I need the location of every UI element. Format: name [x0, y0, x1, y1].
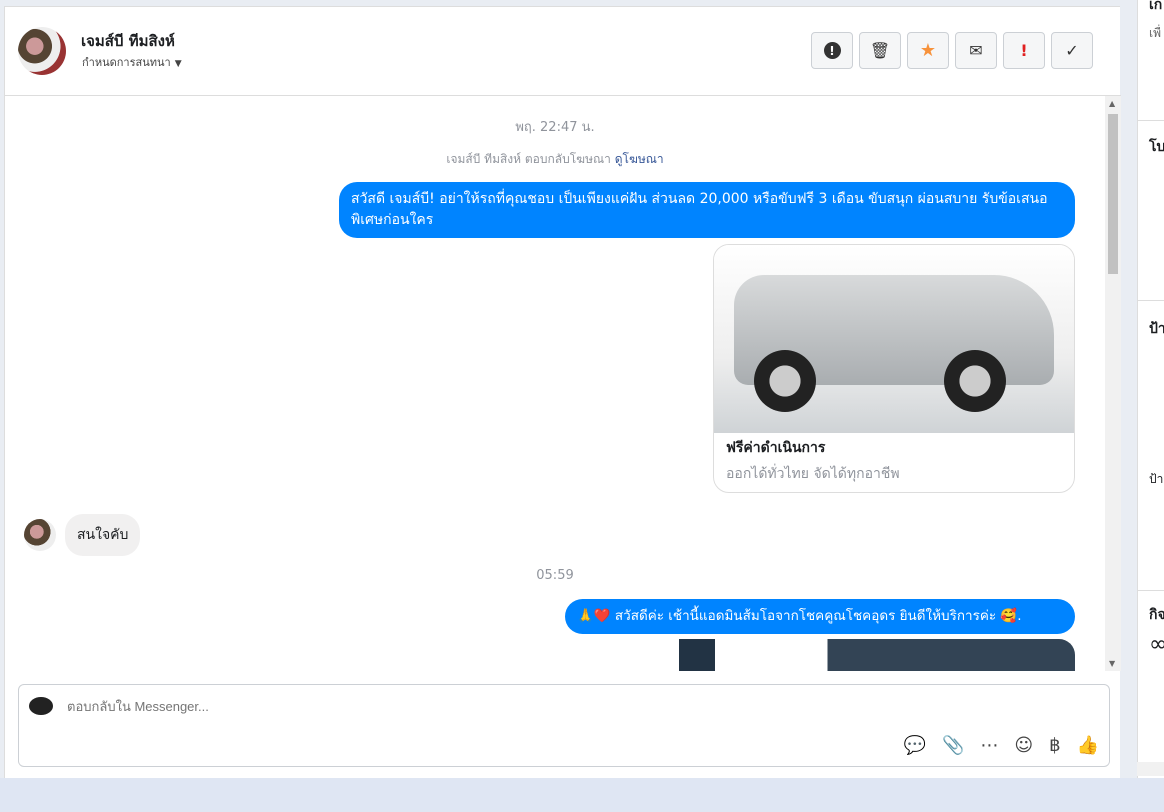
card-title: ฟรีค่าดำเนินการ [726, 440, 826, 456]
horizontal-scrollbar[interactable] [1137, 762, 1164, 776]
reply-input[interactable] [67, 699, 867, 714]
timestamp: 05:59 [536, 568, 574, 583]
baht-icon[interactable]: ฿ [1049, 735, 1060, 756]
follow-up-button[interactable]: ! [1003, 32, 1045, 69]
delete-button[interactable]: 🗑 [859, 32, 901, 69]
star-button[interactable]: ★ [907, 32, 949, 69]
incoming-message: สนใจคับ [65, 514, 141, 556]
thumbs-up-icon[interactable]: 👍 [1077, 735, 1099, 756]
ad-reply-notice: เจมส์บี ทีมสิงห์ ตอบกลับโฆษณา ดูโฆษณา [5, 150, 1105, 169]
attachment-icon[interactable]: 📎 [942, 735, 964, 756]
vertical-scrollbar[interactable]: ▲ ▼ [1105, 96, 1121, 671]
conversation-header: เจมส์บี ทีมสิงห์ กำหนดการสนทนา ▼ ! 🗑 ★ ✉ … [5, 7, 1121, 96]
schedule-label: กำหนดการสนทนา [82, 56, 171, 69]
alert-circle-icon: ! [823, 42, 841, 59]
caret-down-icon: ▼ [174, 59, 182, 69]
panel-text: ∞ [1149, 632, 1164, 657]
envelope-icon: ✉ [969, 41, 983, 60]
taskbar [0, 778, 1164, 812]
outgoing-message: สวัสดี เจมส์บี! อย่าให้รถที่คุณชอบ เป็นเ… [339, 182, 1075, 238]
trash-icon: 🗑 [869, 41, 891, 60]
conversation-panel: เจมส์บี ทีมสิงห์ กำหนดการสนทนา ▼ ! 🗑 ★ ✉ … [4, 6, 1121, 778]
scrollbar-thumb[interactable] [1108, 114, 1118, 274]
saved-reply-icon[interactable]: 💬 [904, 735, 926, 756]
contact-avatar[interactable] [18, 27, 66, 75]
image-attachment[interactable] [625, 639, 1075, 671]
contact-info-panel: เก เพื่ โบ ป้า ป้า กิจ ∞ [1137, 0, 1164, 778]
chat-dots-icon[interactable]: ⋯ [980, 735, 998, 756]
card-subtitle: ออกได้ทั่วไทย จัดได้ทุกอาชีพ [726, 466, 900, 482]
mark-unread-button[interactable]: ✉ [955, 32, 997, 69]
panel-heading: กิจ [1149, 607, 1164, 623]
message-composer: 💬 📎 ⋯ ☺ ฿ 👍 [18, 684, 1110, 767]
contact-name[interactable]: เจมส์บี ทีมสิงห์ [81, 29, 175, 53]
outgoing-message: 🙏❤️ สวัสดีค่ะ เช้านี้แอดมินส้มโอจากโชคคู… [565, 599, 1075, 634]
page-avatar [29, 697, 53, 715]
conversation-schedule-dropdown[interactable]: กำหนดการสนทนา ▼ [82, 53, 182, 71]
car-image [714, 245, 1074, 433]
star-icon: ★ [919, 40, 937, 61]
spam-button[interactable]: ! [811, 32, 853, 69]
exclamation-icon: ! [1020, 41, 1028, 60]
panel-heading: เก [1149, 0, 1163, 13]
ad-card[interactable]: ฟรีค่าดำเนินการ ออกได้ทั่วไทย จัดได้ทุกอ… [713, 244, 1075, 493]
emoji-icon[interactable]: ☺ [1014, 735, 1033, 756]
panel-text: ป้า [1149, 472, 1164, 486]
view-ad-link[interactable]: ดูโฆษณา [615, 152, 664, 166]
ad-reply-text: เจมส์บี ทีมสิงห์ ตอบกลับโฆษณา [446, 152, 611, 166]
mark-done-button[interactable]: ✓ [1051, 32, 1093, 69]
panel-text: เพื่ [1149, 26, 1162, 40]
contact-avatar-small [24, 519, 56, 551]
panel-heading: โบ [1149, 139, 1164, 155]
timestamp: พฤ. 22:47 น. [515, 120, 595, 135]
check-icon: ✓ [1065, 41, 1079, 60]
panel-heading: ป้า [1149, 321, 1164, 337]
message-list: พฤ. 22:47 น. เจมส์บี ทีมสิงห์ ตอบกลับโฆษ… [5, 96, 1105, 671]
